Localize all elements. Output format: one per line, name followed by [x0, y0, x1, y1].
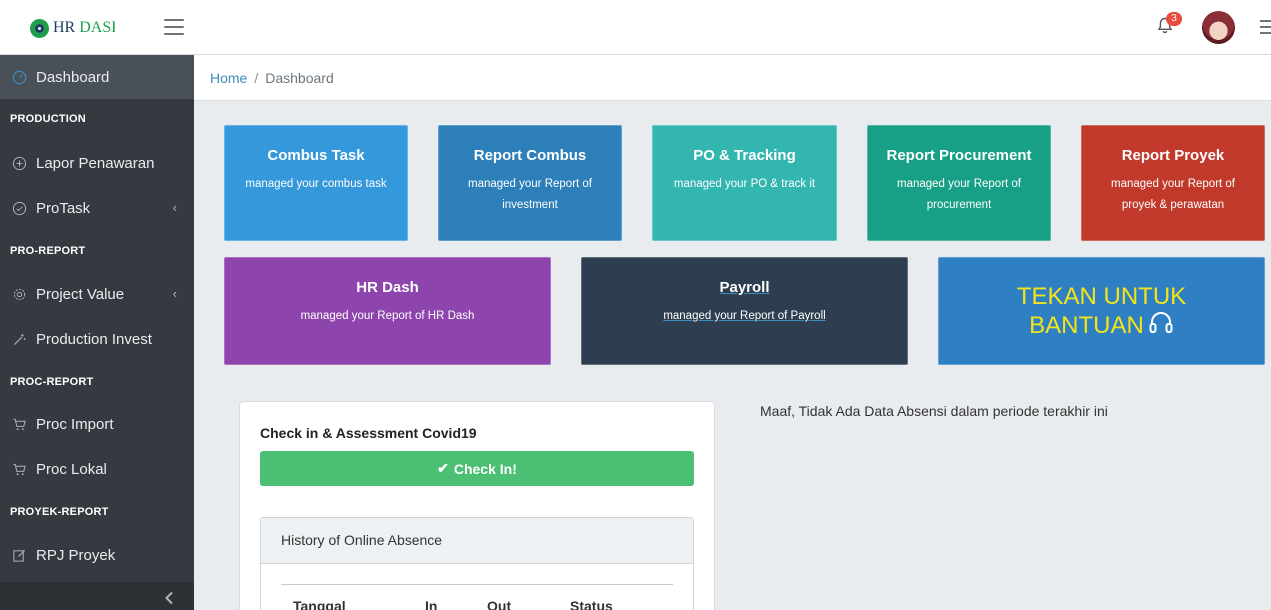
gear-icon [11, 286, 27, 302]
breadcrumb-home-link[interactable]: Home [210, 70, 247, 86]
checkin-card: Check in & Assessment Covid19 ✔ Check In!… [239, 401, 715, 610]
check-circle-icon [11, 200, 27, 216]
chevron-left-icon: ‹ [172, 200, 177, 215]
sidebar-item-label: ProTask [36, 199, 91, 217]
tile-report-combus[interactable]: Report Combus managed your Report of inv… [438, 125, 622, 241]
checkin-title: Check in & Assessment Covid19 [260, 425, 477, 441]
divider [281, 584, 673, 585]
sidebar-item-project-value[interactable]: Project Value ‹ [0, 272, 194, 316]
sidebar-item-proc-import[interactable]: Proc Import [0, 402, 194, 446]
sidebar-item-label: Project Value [36, 285, 125, 303]
sidebar-header-pro-report: PRO-REPORT [10, 245, 86, 257]
column-header-tanggal: Tanggal [293, 598, 346, 610]
column-header-status: Status [570, 598, 613, 610]
sidebar-item-proc-lokal[interactable]: Proc Lokal [0, 447, 194, 491]
logo-icon [30, 18, 49, 38]
sidebar-item-label: Production Invest [36, 330, 152, 348]
cart-icon [11, 461, 27, 477]
breadcrumb-current: Dashboard [265, 70, 334, 86]
tile-hr-dash[interactable]: HR Dash managed your Report of HR Dash [224, 257, 551, 365]
tile-combus-task[interactable]: Combus Task managed your combus task [224, 125, 408, 241]
sidebar-item-label: Dashboard [36, 68, 110, 86]
column-header-in: In [425, 598, 438, 610]
headset-icon [1144, 312, 1174, 339]
column-header-out: Out [487, 598, 512, 610]
notification-badge: 3 [1166, 12, 1182, 26]
sidebar-item-label: Lapor Penawaran [36, 154, 155, 172]
plus-circle-icon [11, 155, 27, 171]
sidebar-item-label: Proc Lokal [36, 460, 107, 478]
sidebar-item-dashboard[interactable]: Dashboard [0, 55, 194, 99]
tile-report-procurement[interactable]: Report Procurement managed your Report o… [867, 125, 1051, 241]
sidebar-footer [0, 582, 194, 610]
check-icon: ✔ [437, 460, 449, 476]
top-navbar: HR DASH 3 [0, 0, 1271, 55]
sidebar-header-production: PRODUCTION [10, 113, 86, 125]
sidebar-toggle-menu-icon[interactable] [164, 19, 184, 35]
history-panel: History of Online Absence Tanggal In Out… [260, 517, 694, 610]
wand-icon [11, 331, 27, 347]
help-text: TEKAN UNTUK BANTUAN [1016, 283, 1187, 339]
avatar[interactable] [1202, 11, 1235, 44]
cart-icon [11, 416, 27, 432]
no-absence-message: Maaf, Tidak Ada Data Absensi dalam perio… [760, 403, 1108, 419]
sidebar-item-label: Proc Import [36, 415, 114, 433]
sidebar-item-lapor-penawaran[interactable]: Lapor Penawaran [0, 141, 194, 185]
breadcrumb: Home / Dashboard [210, 70, 334, 86]
chevron-left-icon: ‹ [172, 286, 177, 301]
dashboard-icon [11, 69, 27, 85]
check-in-button[interactable]: ✔ Check In! [260, 451, 694, 486]
sidebar-header-proc-report: PROC-REPORT [10, 376, 94, 388]
sidebar-header-proyek-report: PROYEK-REPORT [10, 506, 109, 518]
menu-icon[interactable] [1260, 20, 1271, 34]
sidebar-item-label: RPJ Proyek [36, 546, 116, 564]
edit-icon [11, 547, 27, 563]
brand-name: HR DASH [53, 19, 115, 36]
tile-payroll[interactable]: Payroll managed your Report of Payroll [581, 257, 908, 365]
history-title: History of Online Absence [261, 518, 693, 564]
help-button[interactable]: TEKAN UNTUK BANTUAN [938, 257, 1265, 365]
sidebar: Dashboard PRODUCTION Lapor Penawaran Pro… [0, 55, 194, 610]
tile-po-tracking[interactable]: PO & Tracking managed your PO & track it [652, 125, 837, 241]
sidebar-item-protask[interactable]: ProTask ‹ [0, 186, 194, 230]
tile-report-proyek[interactable]: Report Proyek managed your Report of pro… [1081, 125, 1265, 241]
sidebar-item-rpj-proyek[interactable]: RPJ Proyek [0, 533, 194, 577]
sidebar-item-production-invest[interactable]: Production Invest [0, 317, 194, 361]
brand-logo[interactable]: HR DASH [30, 17, 115, 39]
breadcrumb-bar: Home / Dashboard [194, 55, 1271, 101]
chevron-left-icon[interactable] [163, 591, 175, 605]
